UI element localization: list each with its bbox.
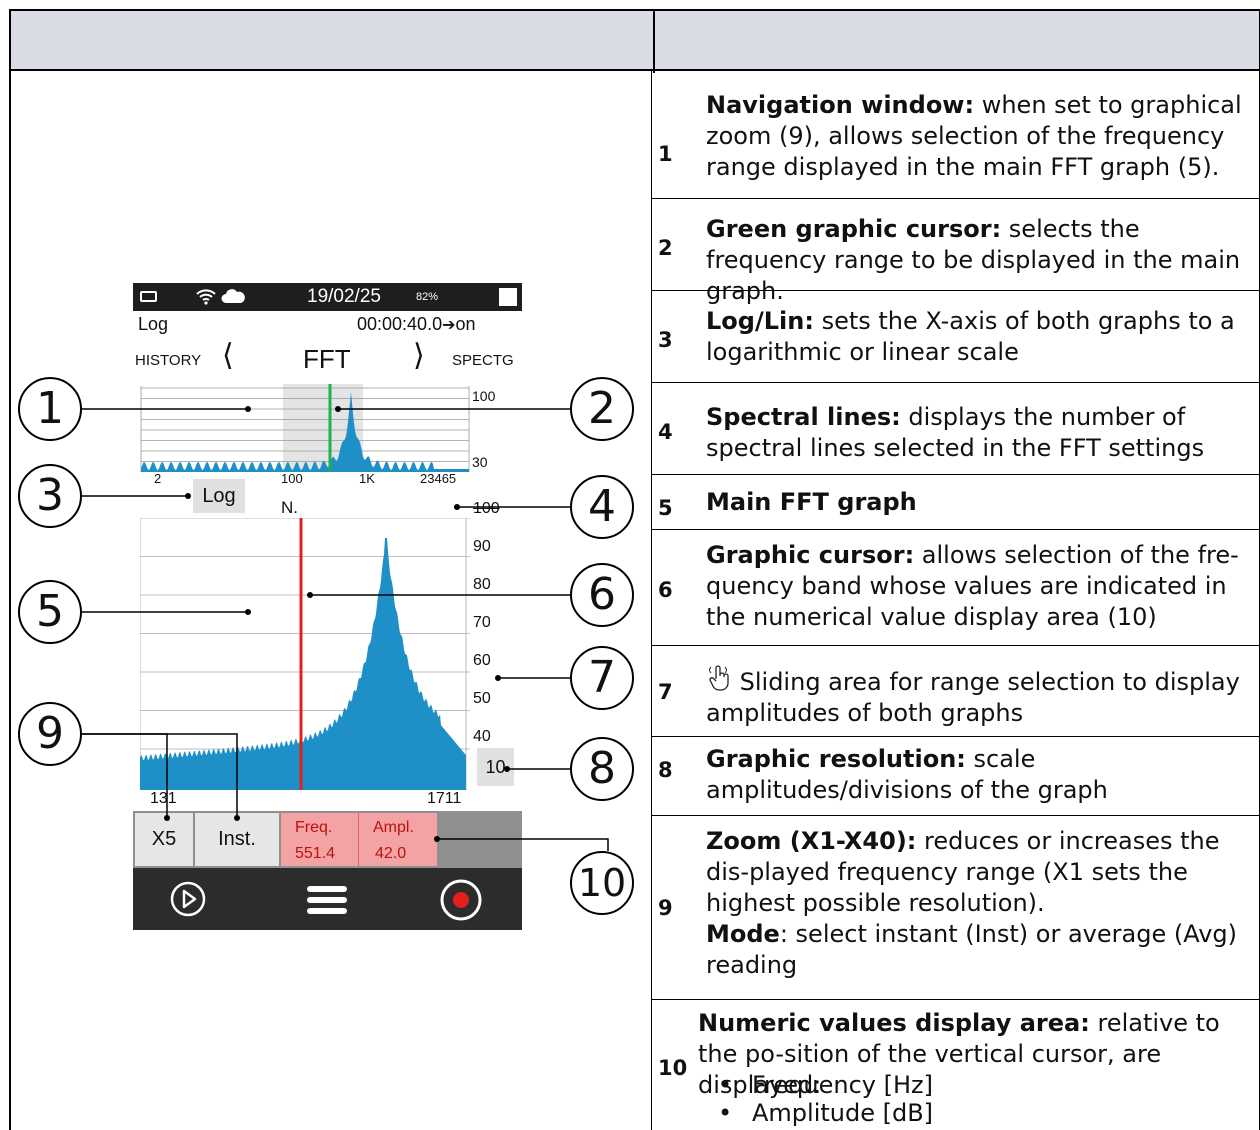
bullet-item: Amplitude [dB] — [718, 1099, 933, 1127]
row-description: Green graphic cursor: selects the freque… — [706, 215, 1241, 305]
row-number: 4 — [658, 420, 673, 444]
callout-9: 9 — [18, 702, 82, 766]
callout-6: 6 — [570, 563, 634, 627]
row-number: 10 — [658, 1056, 688, 1080]
row-description: Sliding area for range selection to disp… — [706, 664, 1256, 729]
row-number: 6 — [658, 578, 673, 602]
row-number: 2 — [658, 236, 673, 260]
row-number: 9 — [658, 896, 673, 920]
leader-lines — [82, 406, 609, 851]
hand-swipe-icon — [706, 664, 732, 692]
row-number: 5 — [658, 496, 673, 520]
callout-3: 3 — [18, 464, 82, 528]
callout-4: 4 — [570, 475, 634, 539]
row-description: Spectral lines: displays the number of s… — [706, 403, 1205, 462]
row-number: 7 — [658, 680, 673, 704]
row-description: Graphic resolution: scale amplitudes/div… — [706, 745, 1108, 804]
callout-7: 7 — [570, 646, 634, 710]
callout-10: 10 — [570, 851, 634, 915]
row-number: 1 — [658, 142, 673, 166]
row-number: 3 — [658, 328, 673, 352]
callout-5: 5 — [18, 580, 82, 644]
row-number: 8 — [658, 758, 673, 782]
row-description: Navigation window: when set to graphical… — [706, 91, 1242, 181]
bullet-item: Frequency [Hz] — [718, 1071, 933, 1099]
callout-2: 2 — [570, 377, 634, 441]
row-description: Zoom (X1-X40): reduces or increases the … — [706, 827, 1238, 979]
row-description: Graphic cursor: allows selection of the … — [706, 541, 1239, 631]
callout-1: 1 — [18, 377, 82, 441]
callout-8: 8 — [570, 737, 634, 801]
row-description: Main FFT graph — [706, 488, 917, 516]
row-description: Log/Lin: sets the X-axis of both graphs … — [706, 307, 1235, 366]
